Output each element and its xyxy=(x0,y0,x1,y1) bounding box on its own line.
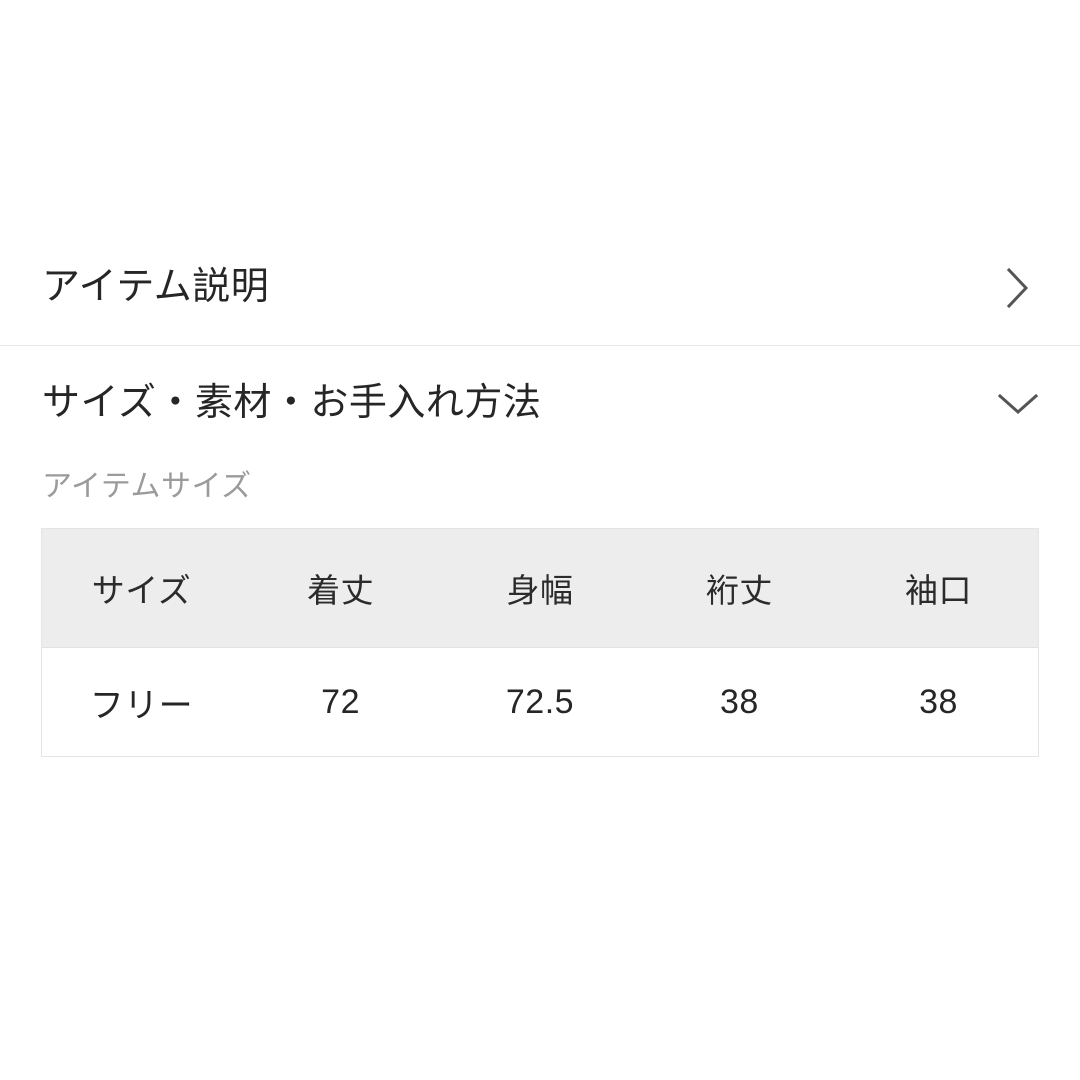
cell-sleeve-length: 38 xyxy=(639,647,840,757)
size-panel: アイテムサイズ サイズ 着丈 身幅 裄丈 袖口 フリー 72 72.5 38 3… xyxy=(0,461,1080,891)
cell-cuff: 38 xyxy=(839,647,1039,757)
accordion-title-size-material-care: サイズ・素材・お手入れ方法 xyxy=(42,381,542,424)
table-header-row: サイズ 着丈 身幅 裄丈 袖口 xyxy=(41,528,1039,648)
column-header-width: 身幅 xyxy=(440,528,640,648)
accordion-header-size-material-care[interactable]: サイズ・素材・お手入れ方法 xyxy=(0,346,1080,461)
accordion-list: アイテム説明 サイズ・素材・お手入れ方法 アイテムサイズ サイズ 着丈 身幅 裄… xyxy=(0,230,1080,891)
column-header-sleeve-length: 裄丈 xyxy=(639,528,840,648)
accordion-section-item-description: アイテム説明 xyxy=(0,230,1080,346)
size-table-body: フリー 72 72.5 38 38 xyxy=(41,647,1039,757)
accordion-header-item-description[interactable]: アイテム説明 xyxy=(0,230,1080,345)
column-header-cuff: 袖口 xyxy=(839,528,1039,648)
size-table-container: サイズ 着丈 身幅 裄丈 袖口 フリー 72 72.5 38 38 xyxy=(41,528,1039,757)
size-table: サイズ 着丈 身幅 裄丈 袖口 フリー 72 72.5 38 38 xyxy=(41,528,1039,757)
size-table-head: サイズ 着丈 身幅 裄丈 袖口 xyxy=(41,528,1039,648)
product-detail-page: アイテム説明 サイズ・素材・お手入れ方法 アイテムサイズ サイズ 着丈 身幅 裄… xyxy=(0,0,1080,1080)
cell-length: 72 xyxy=(240,647,441,757)
cell-width: 72.5 xyxy=(440,647,640,757)
accordion-section-size-material-care: サイズ・素材・お手入れ方法 アイテムサイズ サイズ 着丈 身幅 裄丈 袖口 フリ… xyxy=(0,346,1080,891)
column-header-length: 着丈 xyxy=(240,528,441,648)
chevron-down-icon[interactable] xyxy=(997,384,1039,424)
table-row: フリー 72 72.5 38 38 xyxy=(41,647,1039,757)
cell-size: フリー xyxy=(41,647,241,757)
item-size-label: アイテムサイズ xyxy=(42,470,252,503)
chevron-right-icon[interactable] xyxy=(998,267,1038,308)
accordion-title-item-description: アイテム説明 xyxy=(42,265,270,308)
column-header-size: サイズ xyxy=(41,528,241,648)
